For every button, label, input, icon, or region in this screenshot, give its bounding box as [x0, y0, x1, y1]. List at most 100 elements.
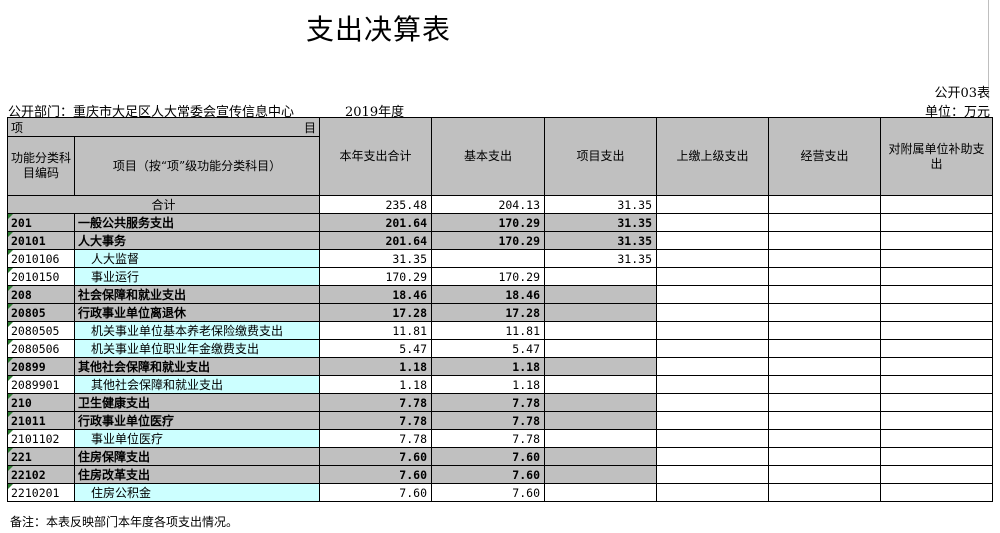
row-value	[768, 213, 881, 232]
row-value	[544, 429, 657, 448]
row-value	[880, 249, 993, 268]
row-value	[544, 303, 657, 322]
row-value	[768, 393, 881, 412]
row-value	[656, 249, 769, 268]
total-value	[880, 195, 993, 214]
row-value	[880, 267, 993, 286]
row-value	[880, 483, 993, 502]
row-value	[880, 411, 993, 430]
row-value: 1.18	[319, 357, 432, 376]
row-value	[544, 339, 657, 358]
table-row: 210 卫生健康支出 7.78 7.78	[7, 393, 993, 412]
table-note: 备注：本表反映部门本年度各项支出情况。	[10, 515, 239, 529]
total-value: 235.48	[319, 195, 432, 214]
row-value: 170.29	[431, 213, 545, 232]
row-value	[880, 213, 993, 232]
row-value: 7.60	[319, 483, 432, 502]
table-row: 2210201 住房公积金 7.60 7.60	[7, 483, 993, 502]
row-value: 1.18	[319, 375, 432, 394]
row-name: 其他社会保障和就业支出	[74, 357, 320, 376]
row-value	[656, 447, 769, 466]
table-row: 2089901 其他社会保障和就业支出 1.18 1.18	[7, 375, 993, 394]
row-value: 170.29	[319, 267, 432, 286]
row-code: 208	[7, 285, 75, 304]
header-xiang: 项	[11, 120, 24, 135]
header-basic-expense: 基本支出	[431, 117, 545, 196]
row-value	[768, 375, 881, 394]
row-value	[544, 393, 657, 412]
row-value	[656, 321, 769, 340]
row-value: 31.35	[544, 231, 657, 250]
row-name: 住房改革支出	[74, 465, 320, 484]
row-value	[656, 267, 769, 286]
row-code: 2080506	[7, 339, 75, 358]
row-value	[544, 285, 657, 304]
row-value	[656, 339, 769, 358]
row-value: 7.78	[431, 429, 545, 448]
row-value	[656, 303, 769, 322]
row-value: 31.35	[319, 249, 432, 268]
row-value: 7.78	[431, 411, 545, 430]
row-value	[768, 483, 881, 502]
total-value	[656, 195, 769, 214]
table-row: 21011 行政事业单位医疗 7.78 7.78	[7, 411, 993, 430]
row-code: 21011	[7, 411, 75, 430]
row-value: 7.78	[431, 393, 545, 412]
header-item: 项目（按“项”级功能分类科目）	[74, 136, 320, 196]
row-value: 7.78	[319, 429, 432, 448]
row-value	[768, 321, 881, 340]
row-value: 5.47	[431, 339, 545, 358]
total-value: 31.35	[544, 195, 657, 214]
form-code: 公开03表	[934, 86, 990, 101]
table-row: 201 一般公共服务支出 201.64 170.29 31.35	[7, 213, 993, 232]
table-row: 221 住房保障支出 7.60 7.60	[7, 447, 993, 466]
row-value	[768, 429, 881, 448]
row-value: 7.60	[319, 465, 432, 484]
row-value	[880, 357, 993, 376]
row-name: 人大监督	[74, 249, 320, 268]
row-value	[544, 375, 657, 394]
row-value	[880, 429, 993, 448]
row-value	[656, 231, 769, 250]
row-name: 一般公共服务支出	[74, 213, 320, 232]
header-subsidy-expense: 对附属单位补助支出	[880, 117, 993, 196]
table-row: 20805 行政事业单位离退休 17.28 17.28	[7, 303, 993, 322]
row-value	[768, 303, 881, 322]
row-value	[431, 249, 545, 268]
table-row: 2080506 机关事业单位职业年金缴费支出 5.47 5.47	[7, 339, 993, 358]
row-code: 2010106	[7, 249, 75, 268]
row-name: 住房公积金	[74, 483, 320, 502]
header-xiang-mu: 项 目	[7, 117, 320, 137]
row-value	[656, 393, 769, 412]
row-value: 11.81	[431, 321, 545, 340]
table-row: 20101 人大事务 201.64 170.29 31.35	[7, 231, 993, 250]
row-value: 7.60	[319, 447, 432, 466]
row-value	[880, 465, 993, 484]
row-name: 卫生健康支出	[74, 393, 320, 412]
row-value	[768, 339, 881, 358]
table-row: 2080505 机关事业单位基本养老保险缴费支出 11.81 11.81	[7, 321, 993, 340]
total-row: 合计 235.48 204.13 31.35	[7, 195, 993, 214]
row-value	[656, 285, 769, 304]
row-value: 201.64	[319, 213, 432, 232]
row-value	[656, 429, 769, 448]
row-value	[880, 339, 993, 358]
table-row: 22102 住房改革支出 7.60 7.60	[7, 465, 993, 484]
expenditure-table: 项 目 本年支出合计 基本支出 项目支出 上缴上级支出 经营支出 对附属单位补助…	[7, 117, 993, 502]
row-value: 1.18	[431, 375, 545, 394]
row-code: 210	[7, 393, 75, 412]
row-name: 行政事业单位医疗	[74, 411, 320, 430]
row-code: 20805	[7, 303, 75, 322]
row-value	[656, 411, 769, 430]
row-value: 1.18	[431, 357, 545, 376]
row-value	[768, 267, 881, 286]
row-value	[768, 357, 881, 376]
header-total-expense: 本年支出合计	[319, 117, 432, 196]
table-row: 2101102 事业单位医疗 7.78 7.78	[7, 429, 993, 448]
row-value	[880, 393, 993, 412]
row-value	[880, 375, 993, 394]
row-value	[544, 357, 657, 376]
row-value: 7.60	[431, 465, 545, 484]
row-value: 18.46	[431, 285, 545, 304]
header-code: 功能分类科目编码	[7, 136, 75, 196]
